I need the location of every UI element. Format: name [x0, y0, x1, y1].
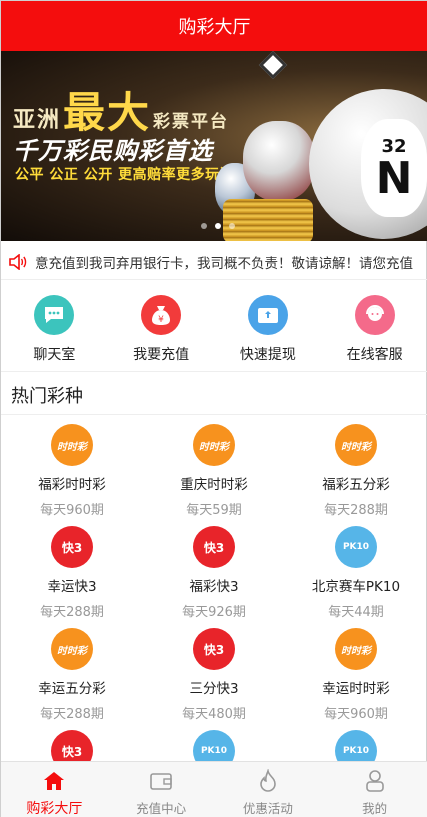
lottery-ball-image: 32 N: [309, 89, 427, 239]
notice-bar[interactable]: 意充值到我司弃用银行卡，我司概不负责！敬请谅解！请您充值: [1, 244, 427, 280]
speaker-icon: [1, 244, 35, 279]
lottery-item[interactable]: 时时彩福彩时时彩每天960期: [1, 416, 143, 518]
customer-service-icon: [354, 295, 395, 335]
pk10-logo-icon: PK10: [335, 526, 377, 568]
lottery-item[interactable]: 时时彩重庆时时彩每天59期: [143, 416, 285, 518]
lottery-name: 三分快3: [189, 681, 239, 697]
tab-label: 购彩大厅: [26, 801, 83, 817]
lottery-item[interactable]: PK10: [143, 722, 285, 761]
diamond-decoration: [258, 51, 288, 80]
ssc-logo-icon: 时时彩: [193, 424, 235, 466]
wallet-icon: [247, 295, 288, 335]
carousel-dot-active[interactable]: [215, 223, 221, 229]
banner-headline-part1: 亚洲: [13, 108, 62, 133]
lottery-name: 幸运时时彩: [322, 681, 390, 697]
user-icon: [362, 768, 388, 794]
lottery-draw-count: 每天59期: [186, 503, 242, 518]
lottery-draw-count: 每天480期: [182, 707, 246, 722]
carousel-dot[interactable]: [201, 223, 207, 229]
banner-tagline: 公平 公正 公开 更高赔率更多玩法: [15, 167, 235, 183]
lottery-item[interactable]: 快3 三分快3 每天480期: [143, 620, 285, 722]
lottery-name: 幸运快3: [47, 579, 97, 595]
notice-text: 意充值到我司弃用银行卡，我司概不负责！敬请谅解！请您充值: [35, 255, 413, 272]
carousel-dot[interactable]: [229, 223, 235, 229]
banner-headline-big: 最大: [63, 88, 152, 137]
lottery-ball-image: [243, 121, 315, 201]
ball-label: 32 N: [361, 119, 427, 217]
lottery-draw-count: 每天288期: [40, 707, 104, 722]
pk10-logo-icon: PK10: [335, 730, 377, 761]
lottery-draw-count: 每天44期: [328, 605, 384, 620]
lottery-item[interactable]: 快3: [1, 722, 143, 761]
quick-actions: 聊天室 ¥ 我要充值 快速提现 在线客服: [1, 286, 427, 372]
lottery-item[interactable]: 快3 幸运快3 每天288期: [1, 518, 143, 620]
svg-text:¥: ¥: [158, 315, 164, 325]
kuai3-logo-icon: 快3: [193, 628, 235, 670]
tab-lobby[interactable]: 购彩大厅: [1, 762, 108, 817]
lottery-name: 福彩时时彩: [38, 477, 106, 493]
ball-letter: N: [375, 152, 413, 204]
gold-coins-image: [223, 199, 313, 241]
lottery-draw-count: 每天960期: [40, 503, 104, 518]
kuai3-logo-icon: 快3: [51, 526, 93, 568]
quick-action-label: 我要充值: [133, 347, 190, 363]
bottom-tab-bar: 购彩大厅 充值中心 优惠活动 我的: [1, 761, 427, 817]
home-icon: [41, 768, 67, 794]
lottery-draw-count: 每天960期: [324, 707, 388, 722]
section-title: 热门彩种: [1, 375, 427, 415]
quick-action-label: 聊天室: [33, 347, 76, 363]
app-header: 购彩大厅: [1, 1, 427, 51]
lottery-item[interactable]: 时时彩福彩五分彩每天288期: [285, 416, 427, 518]
tab-label: 我的: [362, 801, 388, 816]
lottery-name: 福彩快3: [189, 579, 239, 595]
kuai3-logo-icon: 快3: [193, 526, 235, 568]
lottery-draw-count: 每天926期: [182, 605, 246, 620]
lottery-item[interactable]: 时时彩幸运时时彩每天960期: [285, 620, 427, 722]
lottery-name: 幸运五分彩: [38, 681, 106, 697]
pk10-logo-icon: PK10: [193, 730, 235, 761]
tab-recharge[interactable]: 充值中心: [108, 762, 215, 817]
chat-icon: [34, 295, 75, 335]
lottery-item[interactable]: 时时彩幸运五分彩每天288期: [1, 620, 143, 722]
flame-icon: [255, 768, 281, 794]
ssc-logo-icon: 时时彩: [335, 424, 377, 466]
lottery-draw-count: 每天288期: [40, 605, 104, 620]
banner-subheadline: 千万彩民购彩首选: [13, 137, 213, 165]
lottery-item[interactable]: 快3 福彩快3 每天926期: [143, 518, 285, 620]
quick-action-label: 快速提现: [239, 347, 296, 363]
lottery-item[interactable]: PK10: [285, 722, 427, 761]
lottery-draw-count: 每天288期: [324, 503, 388, 518]
lottery-name: 福彩五分彩: [322, 477, 390, 493]
ssc-logo-icon: 时时彩: [335, 628, 377, 670]
lottery-item[interactable]: PK10 北京赛车PK10 每天44期: [285, 518, 427, 620]
quick-action-chat[interactable]: 聊天室: [1, 286, 108, 371]
lottery-name: 重庆时时彩: [180, 477, 248, 493]
kuai3-logo-icon: 快3: [51, 730, 93, 761]
ssc-logo-icon: 时时彩: [51, 628, 93, 670]
tab-profile[interactable]: 我的: [321, 762, 427, 817]
tab-label: 优惠活动: [242, 801, 293, 816]
banner-headline-part2: 彩票平台: [153, 112, 230, 132]
carousel-indicator: [201, 223, 235, 229]
tab-label: 充值中心: [136, 801, 187, 816]
quick-action-deposit[interactable]: ¥ 我要充值: [108, 286, 215, 371]
quick-action-support[interactable]: 在线客服: [321, 286, 427, 371]
ssc-logo-icon: 时时彩: [51, 424, 93, 466]
quick-action-withdraw[interactable]: 快速提现: [215, 286, 322, 371]
promo-banner[interactable]: 亚洲最大 彩票平台 千万彩民购彩首选 公平 公正 公开 更高赔率更多玩法 32 N: [1, 51, 427, 241]
money-bag-icon: ¥: [141, 295, 182, 335]
lottery-grid: 时时彩 福彩时时彩 每天960期 时时彩 重庆时时彩 每天59期 时时彩 福彩五分彩 每天288…: [1, 416, 427, 761]
quick-action-label: 在线客服: [346, 347, 403, 363]
tab-promotions[interactable]: 优惠活动: [215, 762, 322, 817]
wallet-icon: [148, 768, 174, 794]
page-title: 购彩大厅: [178, 17, 251, 38]
lottery-name: 北京赛车PK10: [311, 579, 401, 595]
